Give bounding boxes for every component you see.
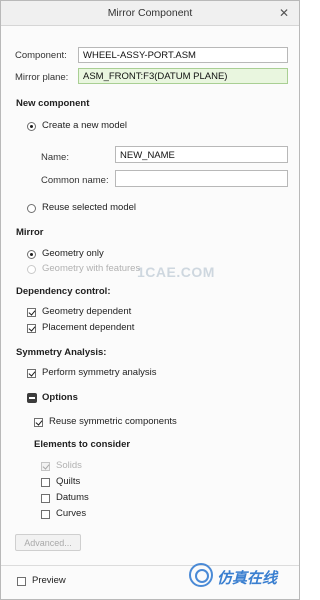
- geometry-with-features-label: Geometry with features: [42, 263, 141, 274]
- geometry-only-radio[interactable]: [27, 250, 36, 259]
- reuse-symmetric-components-label: Reuse symmetric components: [49, 416, 177, 427]
- create-new-model-radio[interactable]: [27, 122, 36, 131]
- geometry-only-label: Geometry only: [42, 248, 104, 259]
- watermark-logo-icon: [189, 563, 213, 587]
- symmetry-analysis-heading: Symmetry Analysis:: [16, 347, 107, 358]
- reuse-selected-model-label: Reuse selected model: [42, 202, 136, 213]
- perform-symmetry-analysis-label: Perform symmetry analysis: [42, 367, 157, 378]
- curves-checkbox[interactable]: [41, 510, 50, 519]
- footer-divider: [1, 565, 299, 566]
- placement-dependent-label: Placement dependent: [42, 322, 135, 333]
- title-bar: Mirror Component ✕: [1, 1, 299, 26]
- name-input[interactable]: NEW_NAME: [115, 146, 288, 163]
- component-field[interactable]: WHEEL-ASSY-PORT.ASM: [78, 47, 288, 63]
- reuse-symmetric-components-checkbox[interactable]: [34, 418, 43, 427]
- geometry-dependent-label: Geometry dependent: [42, 306, 132, 317]
- reuse-selected-model-radio[interactable]: [27, 204, 36, 213]
- watermark-bottom: 仿真在线: [217, 570, 278, 587]
- solids-checkbox[interactable]: [41, 462, 50, 471]
- preview-label: Preview: [32, 575, 66, 586]
- advanced-button[interactable]: Advanced...: [15, 534, 81, 551]
- mirror-plane-label: Mirror plane:: [15, 72, 69, 83]
- mirror-plane-field[interactable]: ASM_FRONT:F3(DATUM PLANE): [78, 68, 288, 84]
- dialog-title: Mirror Component: [107, 7, 193, 19]
- elements-to-consider-heading: Elements to consider: [34, 439, 131, 450]
- preview-checkbox[interactable]: [17, 577, 26, 586]
- geometry-with-features-radio[interactable]: [27, 265, 36, 274]
- geometry-dependent-checkbox[interactable]: [27, 308, 36, 317]
- quilts-checkbox[interactable]: [41, 478, 50, 487]
- quilts-label: Quilts: [56, 476, 81, 487]
- common-name-input[interactable]: [115, 170, 288, 187]
- create-new-model-label: Create a new model: [42, 120, 128, 131]
- new-component-heading: New component: [16, 98, 90, 109]
- curves-label: Curves: [56, 508, 87, 519]
- name-label: Name:: [41, 152, 69, 163]
- common-name-label: Common name:: [41, 175, 109, 186]
- options-heading: Options: [42, 392, 78, 403]
- perform-symmetry-analysis-checkbox[interactable]: [27, 369, 36, 378]
- dependency-control-heading: Dependency control:: [16, 286, 111, 297]
- component-label: Component:: [15, 50, 67, 61]
- placement-dependent-checkbox[interactable]: [27, 324, 36, 333]
- datums-label: Datums: [56, 492, 89, 503]
- datums-checkbox[interactable]: [41, 494, 50, 503]
- close-icon[interactable]: ✕: [279, 1, 289, 25]
- watermark-1cae: 1CAE.COM: [137, 264, 215, 280]
- solids-label: Solids: [56, 460, 82, 471]
- mirror-heading: Mirror: [16, 227, 44, 238]
- mirror-component-dialog: Mirror Component ✕ Component: WHEEL-ASSY…: [0, 0, 300, 600]
- collapse-options-icon[interactable]: [27, 393, 37, 403]
